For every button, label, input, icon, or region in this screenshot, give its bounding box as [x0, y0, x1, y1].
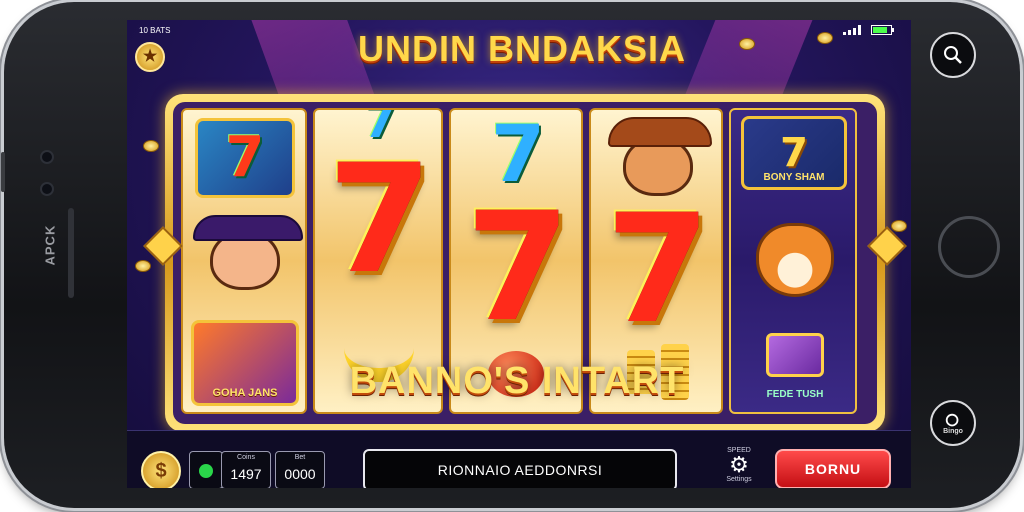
symbol-red-seven: 7 [327, 133, 433, 307]
symbol-tile-bonysham: 7 BONY SHAM [741, 116, 847, 190]
gear-icon: ⚙ [729, 452, 749, 477]
coin-icon [891, 220, 907, 232]
volume-button [1, 152, 5, 192]
symbol-red-seven: 7 [465, 181, 571, 355]
settings-caption-bottom: Settings [726, 476, 752, 483]
symbol-cowboy [193, 210, 303, 310]
coin-button[interactable]: $ [141, 451, 181, 488]
home-button[interactable] [938, 216, 1000, 278]
symbol-red-seven: 7 [605, 183, 711, 357]
search-icon [944, 46, 962, 64]
settings-button[interactable]: SPEED ⚙ Settings [715, 447, 763, 488]
coin-icon [817, 32, 833, 44]
reel-1[interactable]: 7 GOHA JANS [181, 108, 307, 414]
sensor-icon [40, 182, 54, 196]
bet-caption: Bet [294, 454, 306, 461]
bet-value: 0000 [284, 466, 316, 482]
battery-icon [871, 25, 894, 35]
menu-coin-button[interactable]: ★ [135, 42, 165, 72]
bet-counter[interactable]: Bet 0000 [275, 451, 325, 488]
win-banner: BANNO'S INTART [349, 360, 685, 402]
control-bar: $ Coins 1497 Bet 0000 RIONNAIO AEDDONRSI… [127, 430, 911, 488]
symbol-fox [747, 210, 843, 310]
camera-icon [40, 150, 54, 164]
coin-icon: $ [155, 460, 167, 482]
bonus-button[interactable]: BORNU [775, 449, 891, 488]
bingo-button[interactable]: Bingo [930, 400, 976, 446]
phone-device: APCK Bingo 10 BATS ★ UNDIN BNDAKSIA 7 GO… [1, 2, 1020, 508]
credits-counter: Coins 1497 [221, 451, 271, 488]
game-screen: 10 BATS ★ UNDIN BNDAKSIA 7 GOHA JANS 7 7… [127, 20, 911, 488]
tile-label: FEDE TUSH [766, 389, 824, 400]
search-button[interactable] [930, 32, 976, 78]
credits-value: 1497 [230, 466, 262, 482]
status-dot-icon [199, 464, 213, 478]
symbol-scroll-seven: 7 [195, 118, 295, 198]
coin-icon [143, 140, 159, 152]
coin-icon [135, 260, 151, 272]
tile-label: GOHA JANS [212, 387, 278, 399]
bingo-button-label: Bingo [943, 427, 963, 435]
symbol-tile-fedetush: FEDE TUSH [741, 322, 849, 406]
reel-5[interactable]: 7 BONY SHAM FEDE TUSH [729, 108, 857, 414]
credits-caption: Coins [237, 454, 255, 461]
status-text: 10 BATS [139, 26, 171, 35]
speaker-grille [68, 208, 74, 298]
symbol-tile-gohajans: GOHA JANS [191, 320, 299, 406]
tile-label: BONY SHAM [763, 172, 825, 183]
game-title: UNDIN BNDAKSIA [358, 28, 686, 69]
coin-icon [739, 38, 755, 50]
message-display: RIONNAIO AEDDONRSI [363, 449, 677, 488]
brand-label: APCK [42, 224, 58, 266]
balance-indicator [189, 451, 223, 488]
signal-icon [843, 25, 861, 35]
